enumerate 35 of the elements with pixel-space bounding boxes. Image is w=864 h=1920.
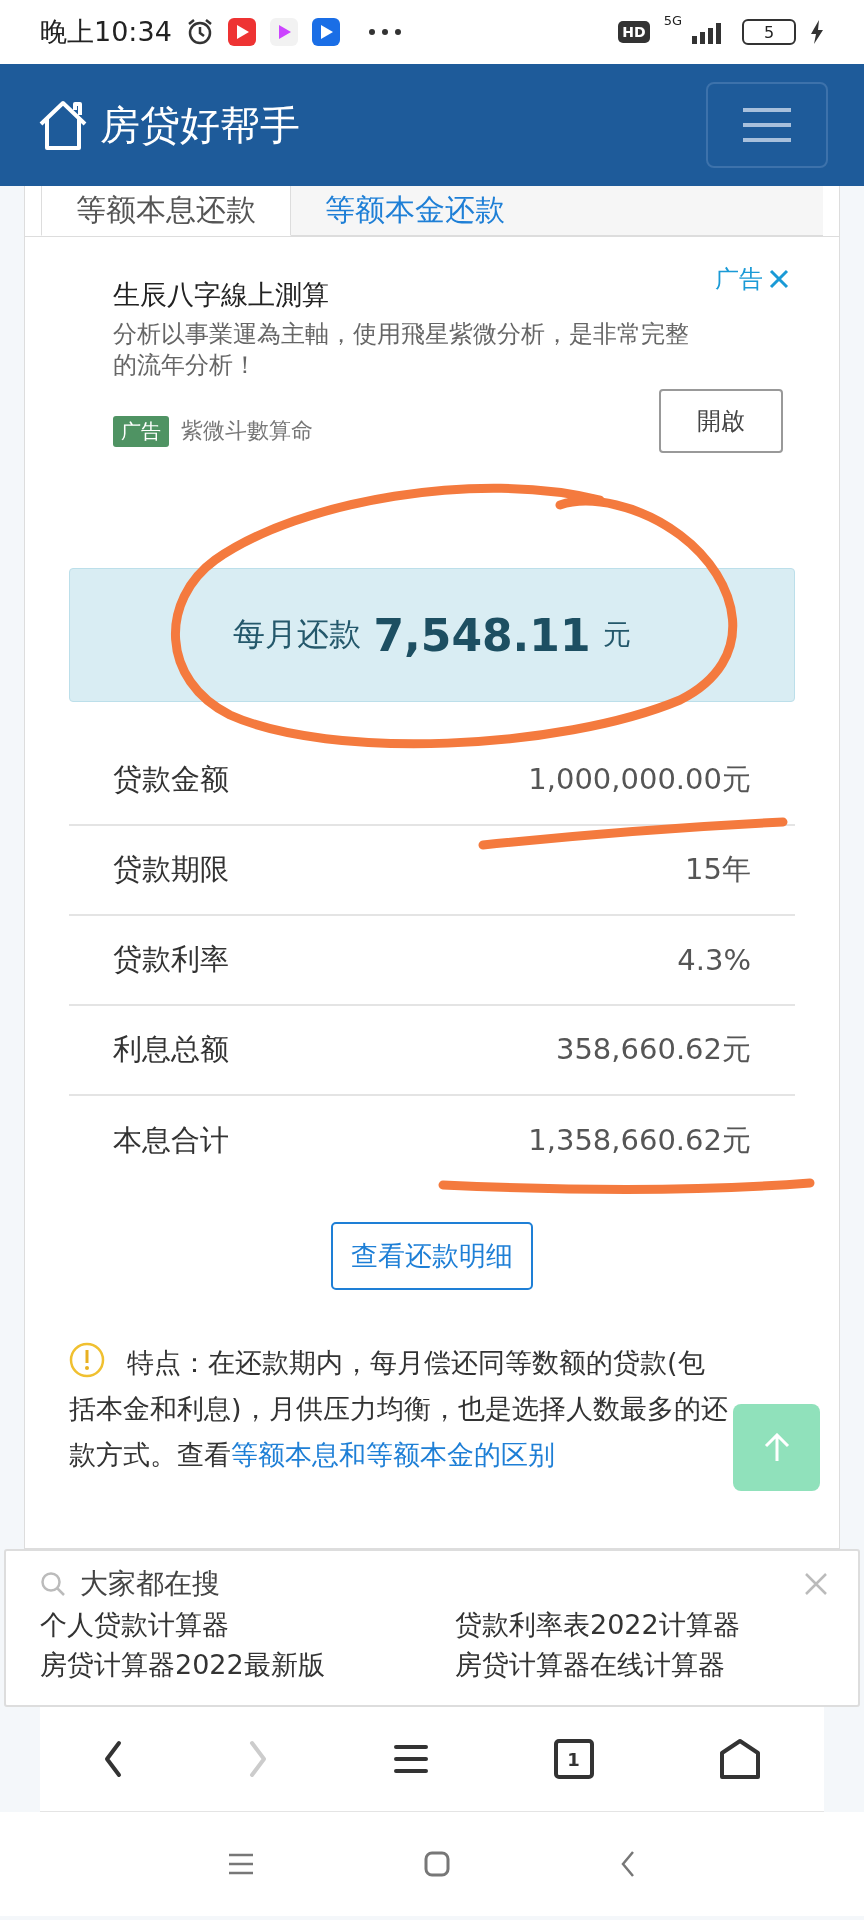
summary-label: 本息合计 [113,1122,229,1159]
summary-label: 贷款金额 [113,761,229,798]
monthly-label: 每月还款 [233,614,362,655]
hd-badge: HD [618,21,650,43]
tab[interactable]: 等额本息还款 [41,186,291,236]
network-label: 5G [663,12,682,28]
summary-value: 4.3% [677,943,751,977]
monthly-amount: 7,548.11 [373,609,591,661]
ad-label: 广告 [715,264,763,295]
ad-title: 生辰八字線上測算 [113,278,330,312]
tab[interactable]: 等额本金还款 [291,186,823,236]
search-suggestion[interactable]: 房贷计算器在线计算器 [455,1647,828,1683]
comparison-link[interactable]: 等额本息和等额本金的区别 [231,1438,555,1470]
ad-description: 分析以事業運為主軸，使用飛星紫微分析，是非常完整的流年分析！ [113,319,690,382]
summary-label: 贷款利率 [113,941,229,978]
summary-value: 1,358,660.62元 [528,1122,751,1159]
summary-value: 15年 [685,851,751,888]
summary-label: 利息总额 [113,1031,229,1068]
currency-unit: 元 [602,617,631,653]
ad-badge: 广告 [113,415,169,447]
summary-value: 358,660.62元 [555,1031,751,1068]
summary-label: 贷款期限 [113,851,229,888]
details-button[interactable]: 查看还款明细 [331,1222,533,1290]
open-button[interactable]: 開啟 [659,389,783,454]
battery-level: 5 [742,19,796,45]
feature-note: 特点：在还款期内，每月偿还同等数额的贷款(包括本金和利息)，月供压力均衡，也是选择人数最多的还款方式。查看等额本息和等额本金的区别 [69,1340,729,1478]
search-suggestion[interactable]: 个人贷款计算器 [40,1607,455,1643]
tab-count-button[interactable]: 1 [553,1739,594,1779]
clock-time: 晚上10:34 [40,15,172,49]
search-suggestion[interactable]: 贷款利率表2022计算器 [455,1607,828,1643]
advertiser-name: 紫微斗數算命 [181,417,314,446]
hot-search-title: 大家都在搜 [80,1566,221,1602]
summary-value: 1,000,000.00元 [528,761,751,798]
search-suggestion[interactable]: 房贷计算器2022最新版 [40,1647,455,1683]
app-title: 房贷好帮手 [100,100,301,150]
